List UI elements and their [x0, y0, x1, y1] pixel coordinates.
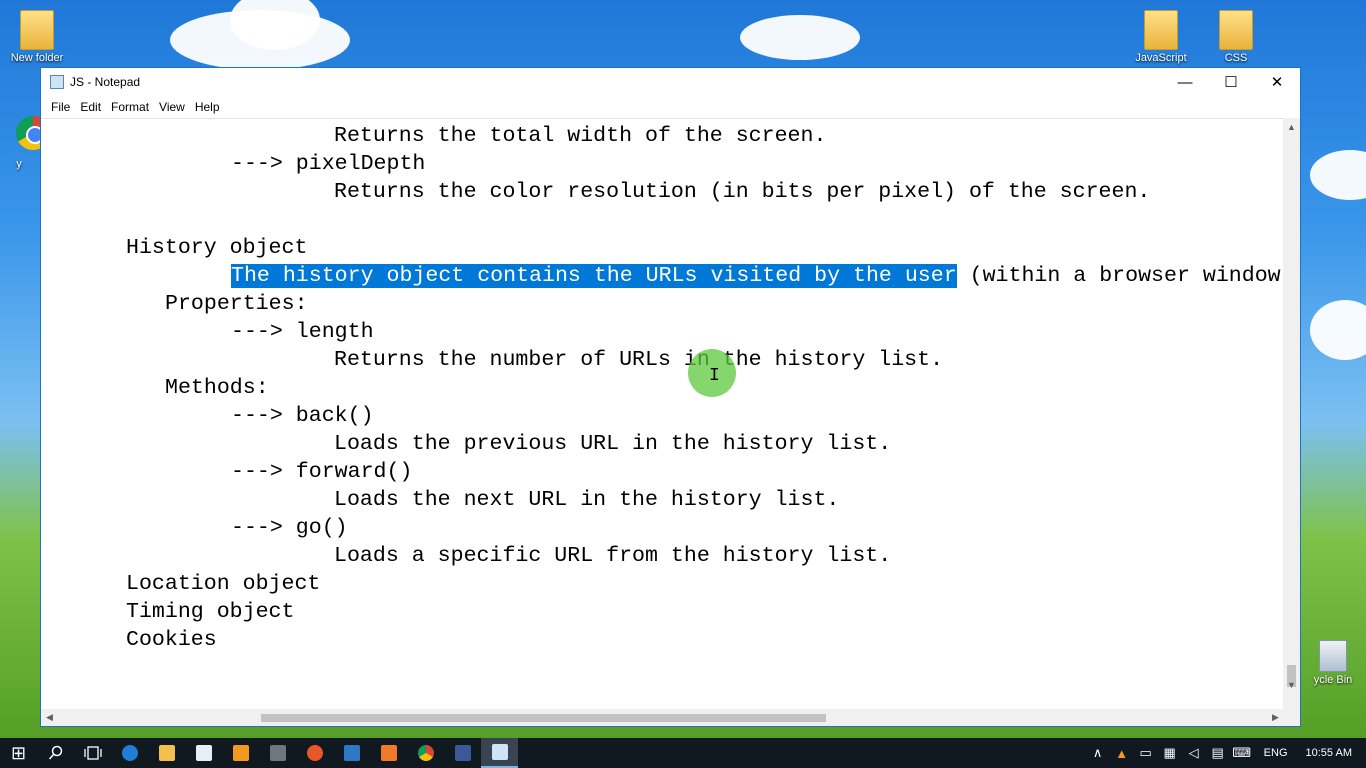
menu-file[interactable]: File	[46, 100, 75, 114]
taskbar: ⊞ ∧ ▲ ▭ ▦ ◁ ▤ ⌨ ENG 10:55 AM	[0, 738, 1366, 768]
volume-icon[interactable]: ◁	[1182, 745, 1206, 761]
scroll-right-icon[interactable]: ▶	[1267, 709, 1284, 726]
text-line: ---> back()	[231, 404, 374, 428]
folder-icon	[20, 10, 54, 50]
store-icon[interactable]	[185, 738, 222, 768]
menu-edit[interactable]: Edit	[75, 100, 106, 114]
desktop-icon-label: CSS	[1224, 52, 1248, 64]
scroll-down-icon[interactable]: ▼	[1283, 676, 1300, 693]
chrome-icon[interactable]	[407, 738, 444, 768]
text-cursor-icon: I	[709, 366, 720, 386]
cloud	[1310, 300, 1366, 360]
menu-help[interactable]: Help	[190, 100, 225, 114]
keyboard-icon[interactable]: ⌨	[1230, 745, 1254, 761]
desktop-icon-recycle-bin[interactable]: ycle Bin	[1298, 640, 1366, 686]
folder-icon	[1144, 10, 1178, 50]
text-line: Returns the color resolution (in bits pe…	[334, 180, 1151, 204]
desktop-icon-label: ycle Bin	[1313, 674, 1353, 686]
notepad-icon	[50, 75, 64, 89]
recycle-bin-icon	[1319, 640, 1347, 672]
close-button[interactable]: ✕	[1254, 68, 1300, 96]
text-line: Properties:	[165, 292, 308, 316]
mail-icon[interactable]	[333, 738, 370, 768]
horizontal-scroll-thumb[interactable]	[261, 714, 826, 722]
window-title: JS - Notepad	[70, 75, 141, 89]
start-icon[interactable]: ⊞	[0, 738, 37, 768]
desktop-icon-label: JavaScript	[1135, 52, 1187, 64]
text-line: ---> forward()	[231, 460, 413, 484]
notepad-taskbar-icon[interactable]	[481, 738, 518, 768]
desktop-icon-css[interactable]: CSS	[1201, 10, 1271, 64]
text-line: ---> length	[231, 320, 374, 344]
text-line: ---> pixelDepth	[231, 152, 426, 176]
edge-icon[interactable]	[111, 738, 148, 768]
desktop-icon-new-folder[interactable]: New folder	[2, 10, 72, 64]
window-controls: — ☐ ✕	[1162, 68, 1300, 96]
text-line: Returns the total width of the screen.	[334, 124, 827, 148]
scroll-up-icon[interactable]: ▲	[1283, 118, 1300, 135]
maximize-button[interactable]: ☐	[1208, 68, 1254, 96]
system-tray: ∧ ▲ ▭ ▦ ◁ ▤ ⌨ ENG 10:55 AM	[1086, 738, 1366, 768]
network-icon[interactable]: ▦	[1158, 745, 1182, 761]
text-line: Cookies	[126, 628, 217, 652]
text-line: Location object	[126, 572, 321, 596]
firefox-icon[interactable]	[296, 738, 333, 768]
text-line: ---> go()	[231, 516, 348, 540]
desktop-icon-javascript[interactable]: JavaScript	[1126, 10, 1196, 64]
horizontal-scrollbar[interactable]: ◀ ▶	[41, 709, 1284, 726]
action-center-icon[interactable]: ▤	[1206, 745, 1230, 761]
task-view-icon[interactable]	[74, 738, 111, 768]
show-hidden-icons-chevron[interactable]: ∧	[1086, 745, 1110, 761]
text-line: Loads a specific URL from the history li…	[334, 544, 892, 568]
text-editor[interactable]: Returns the total width of the screen. -…	[41, 118, 1284, 711]
media-icon[interactable]	[222, 738, 259, 768]
battery-icon[interactable]: ▭	[1134, 745, 1158, 761]
title-bar[interactable]: JS - Notepad — ☐ ✕	[41, 68, 1300, 96]
menu-view[interactable]: View	[154, 100, 190, 114]
desktop-icon-label: y	[16, 158, 22, 170]
menu-bar: File Edit Format View Help	[41, 96, 1300, 117]
selected-text: The history object contains the URLs vis…	[231, 264, 957, 288]
desktop-icon-partial-label: y	[0, 158, 44, 170]
text-line-rest: (within a browser window	[956, 264, 1281, 288]
text-line: Timing object	[126, 600, 295, 624]
text-line: The history object contains the URLs vis…	[231, 262, 1281, 290]
clock[interactable]: 10:55 AM	[1298, 747, 1366, 759]
facebook-icon[interactable]	[444, 738, 481, 768]
notepad-window: JS - Notepad — ☐ ✕ File Edit Format View…	[40, 67, 1301, 727]
text-line: Methods:	[165, 376, 269, 400]
text-line: Returns the number of URLs in the histor…	[334, 348, 944, 372]
scroll-left-icon[interactable]: ◀	[41, 709, 58, 726]
paint-icon[interactable]	[370, 738, 407, 768]
minimize-button[interactable]: —	[1162, 68, 1208, 96]
language-indicator[interactable]: ENG	[1254, 747, 1298, 759]
desktop-icon-label: New folder	[10, 52, 64, 64]
vlc-icon[interactable]: ▲	[1110, 746, 1134, 761]
menu-format[interactable]: Format	[106, 100, 154, 114]
text-line: Loads the previous URL in the history li…	[334, 432, 892, 456]
folder-icon	[1219, 10, 1253, 50]
vertical-scrollbar[interactable]: ▲ ▼	[1283, 118, 1300, 710]
cloud	[740, 15, 860, 60]
cloud	[1310, 150, 1366, 200]
calculator-icon[interactable]	[259, 738, 296, 768]
text-line: History object	[126, 236, 308, 260]
search-icon[interactable]	[37, 738, 74, 768]
scrollbar-corner	[1283, 709, 1300, 726]
text-line: Loads the next URL in the history list.	[334, 488, 840, 512]
file-explorer-icon[interactable]	[148, 738, 185, 768]
